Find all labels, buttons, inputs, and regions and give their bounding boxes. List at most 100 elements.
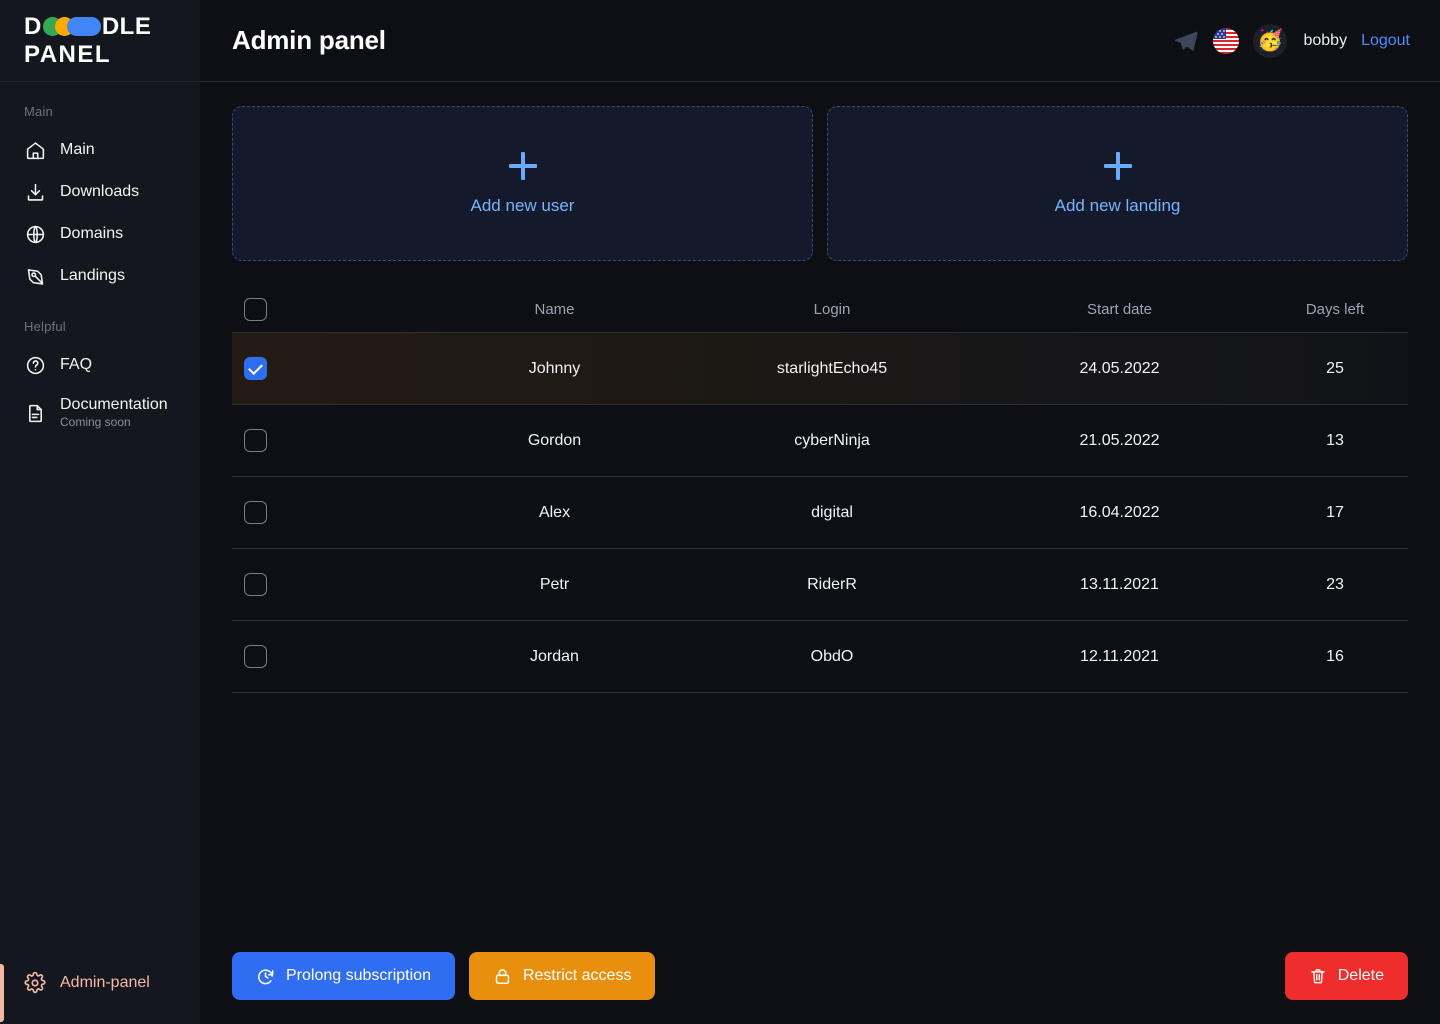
add-new-landing-card[interactable]: Add new landing	[827, 106, 1408, 261]
sidebar-item-label: Main	[60, 140, 95, 158]
lock-icon	[493, 967, 512, 986]
cell-days-left: 23	[1326, 575, 1344, 593]
restrict-access-label: Restrict access	[522, 967, 632, 984]
table-row[interactable]: Petr RiderR 13.11.2021 23	[232, 549, 1408, 621]
row-select-cell	[232, 357, 422, 380]
cell-start-date: 24.05.2022	[1079, 359, 1160, 377]
column-header-name[interactable]: Name	[422, 301, 687, 318]
row-checkbox[interactable]	[244, 429, 267, 452]
logo-wordmark-bottom: PANEL	[24, 40, 112, 68]
page-title: Admin panel	[232, 25, 386, 55]
column-header-login[interactable]: Login	[687, 301, 977, 318]
cell-name: Petr	[539, 575, 570, 593]
column-header-start-date[interactable]: Start date	[977, 301, 1262, 318]
username-label: bobby	[1303, 31, 1348, 49]
logo-wordmark-top: D DLE	[24, 12, 152, 40]
logo-dots-icon	[42, 16, 101, 38]
sidebar-item-label: FAQ	[60, 355, 93, 373]
content-area: Add new user Add new landing Name Login …	[200, 82, 1440, 952]
row-checkbox[interactable]	[244, 357, 267, 380]
clock-refresh-icon	[256, 967, 275, 986]
row-select-cell	[232, 573, 422, 596]
footer-left-actions: Prolong subscription Restrict access	[232, 952, 656, 1000]
restrict-access-button[interactable]: Restrict access	[468, 952, 656, 1000]
gear-icon	[24, 972, 46, 994]
globe-icon	[24, 223, 46, 245]
table-row[interactable]: Johnny starlightEcho45 24.05.2022 25	[232, 333, 1408, 405]
plus-icon	[508, 151, 537, 180]
sidebar-section-label-main: Main	[24, 104, 53, 119]
document-icon	[24, 402, 46, 424]
cell-days-left: 25	[1326, 359, 1344, 377]
prolong-subscription-label: Prolong subscription	[286, 967, 431, 984]
sidebar-section-label-helpful: Helpful	[24, 319, 66, 334]
telegram-icon[interactable]	[1173, 28, 1199, 54]
sidebar-item-main[interactable]: Main	[0, 129, 200, 171]
add-new-user-card[interactable]: Add new user	[232, 106, 813, 261]
cell-start-date: 21.05.2022	[1079, 431, 1160, 449]
question-circle-icon	[24, 354, 46, 376]
main-area: Admin panel 🥳 bobby Logout Add new user …	[200, 0, 1440, 1024]
add-new-landing-label: Add new landing	[1054, 195, 1181, 215]
cell-name: Gordon	[527, 431, 582, 449]
logo-suffix: DLE	[101, 12, 152, 40]
users-table: Name Login Start date Days left Johnny s…	[232, 287, 1408, 693]
sidebar-item-domains[interactable]: Domains	[0, 213, 200, 255]
table-row[interactable]: Gordon cyberNinja 21.05.2022 13	[232, 405, 1408, 477]
cell-start-date: 13.11.2021	[1080, 575, 1159, 593]
cell-start-date: 16.04.2022	[1079, 503, 1160, 521]
row-checkbox[interactable]	[244, 645, 267, 668]
sidebar-item-landings[interactable]: Landings	[0, 255, 200, 297]
cell-name: Jordan	[530, 647, 579, 665]
cell-login: ObdO	[810, 647, 854, 665]
quick-action-cards: Add new user Add new landing	[232, 106, 1408, 261]
us-flag-icon[interactable]	[1213, 27, 1240, 54]
prolong-subscription-button[interactable]: Prolong subscription	[232, 952, 455, 1000]
sidebar-item-downloads[interactable]: Downloads	[0, 171, 200, 213]
row-checkbox[interactable]	[244, 501, 267, 524]
logout-link[interactable]: Logout	[1361, 32, 1410, 50]
delete-label: Delete	[1337, 967, 1384, 984]
plus-icon	[1103, 151, 1132, 180]
logo-prefix: D	[24, 12, 42, 40]
top-header: Admin panel 🥳 bobby Logout	[200, 0, 1440, 82]
row-select-cell	[232, 501, 422, 524]
download-icon	[24, 181, 46, 203]
row-checkbox[interactable]	[244, 573, 267, 596]
add-new-user-label: Add new user	[470, 195, 575, 215]
delete-button[interactable]: Delete	[1284, 952, 1408, 1000]
sidebar-item-documentation[interactable]: Documentation Coming soon	[0, 386, 200, 440]
header-actions: 🥳 bobby Logout	[1173, 23, 1410, 58]
cell-login: cyberNinja	[794, 431, 870, 449]
sidebar-item-admin-panel[interactable]: Admin-panel	[0, 962, 200, 1024]
cell-start-date: 12.11.2021	[1080, 647, 1159, 665]
footer-actions: Prolong subscription Restrict access Del…	[200, 952, 1440, 1024]
table-header-row: Name Login Start date Days left	[232, 287, 1408, 333]
home-icon	[24, 139, 46, 161]
sidebar-item-label: Landings	[60, 266, 125, 284]
cell-name: Johnny	[528, 359, 581, 377]
select-all-checkbox[interactable]	[244, 298, 267, 321]
avatar[interactable]: 🥳	[1253, 23, 1288, 58]
trash-icon	[1309, 967, 1327, 985]
column-header-days-left[interactable]: Days left	[1262, 301, 1408, 318]
table-row[interactable]: Alex digital 16.04.2022 17	[232, 477, 1408, 549]
sidebar-item-label: Domains	[60, 224, 124, 242]
sidebar-item-label: Admin-panel	[60, 973, 150, 991]
row-select-cell	[232, 645, 422, 668]
logo[interactable]: D DLE PANEL	[0, 0, 200, 82]
sidebar-item-sublabel: Coming soon	[60, 415, 131, 430]
row-select-cell	[232, 429, 422, 452]
cell-days-left: 16	[1326, 647, 1344, 665]
sidebar: D DLE PANEL Main Main Downloads Domains …	[0, 0, 200, 1024]
cell-login: digital	[811, 503, 853, 521]
cell-login: RiderR	[807, 575, 857, 593]
table-row[interactable]: Jordan ObdO 12.11.2021 16	[232, 621, 1408, 693]
cell-days-left: 17	[1326, 503, 1344, 521]
admin-panel-app: D DLE PANEL Main Main Downloads Domains …	[0, 0, 1440, 1024]
sidebar-item-faq[interactable]: FAQ	[0, 344, 200, 386]
active-accent-bar	[0, 964, 4, 1022]
cell-login: starlightEcho45	[776, 359, 888, 377]
sidebar-item-label: Documentation	[60, 396, 168, 413]
